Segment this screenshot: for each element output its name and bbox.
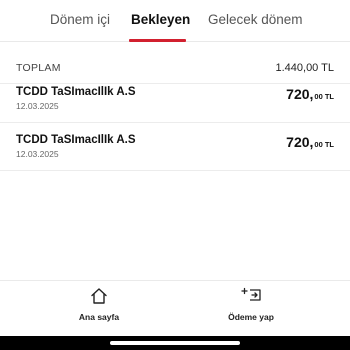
nav-home-label: Ana sayfa xyxy=(78,312,120,322)
total-value: 1.440,00 TL xyxy=(275,62,334,74)
nav-pay[interactable]: Ödeme yap xyxy=(201,287,301,333)
home-indicator[interactable] xyxy=(110,341,240,345)
payment-icon xyxy=(241,287,261,301)
divider xyxy=(0,170,350,171)
home-icon xyxy=(91,288,107,304)
nav-home[interactable]: Ana sayfa xyxy=(49,287,149,333)
tab-bekleyen[interactable]: Bekleyen xyxy=(131,12,190,27)
item-amount: 720,00 TL xyxy=(286,86,334,104)
item-amount-cents: 00 TL xyxy=(314,140,334,149)
nav-pay-label: Ödeme yap xyxy=(228,312,274,322)
item-name: TCDD TaSImacIlIk A.S xyxy=(16,134,136,146)
total-row: TOPLAM 1.440,00 TL xyxy=(0,57,350,79)
item-amount: 720,00 TL xyxy=(286,134,334,152)
tab-donem-ici[interactable]: Dönem içi xyxy=(50,12,110,27)
item-amount-main: 720, xyxy=(286,86,314,102)
list-item[interactable]: TCDD TaSImacIlIk A.S 12.03.2025 720,00 T… xyxy=(0,134,350,178)
tab-gelecek-donem[interactable]: Gelecek dönem xyxy=(208,12,303,27)
total-label: TOPLAM xyxy=(16,62,61,74)
item-amount-main: 720, xyxy=(286,134,314,150)
list-item[interactable]: TCDD TaSImacIlIk A.S 12.03.2025 720,00 T… xyxy=(0,86,350,130)
bottom-nav: Ana sayfa Ödeme yap xyxy=(0,280,350,336)
divider xyxy=(0,122,350,123)
item-amount-cents: 00 TL xyxy=(314,92,334,101)
item-name: TCDD TaSImacIlIk A.S xyxy=(16,86,136,98)
item-date: 12.03.2025 xyxy=(16,149,59,159)
pending-list: TOPLAM 1.440,00 TL TCDD TaSImacIlIk A.S … xyxy=(0,42,350,280)
item-date: 12.03.2025 xyxy=(16,101,59,111)
tab-bar: Dönem içi Bekleyen Gelecek dönem xyxy=(0,0,350,42)
divider xyxy=(0,83,350,84)
system-navigation-bar xyxy=(0,336,350,350)
